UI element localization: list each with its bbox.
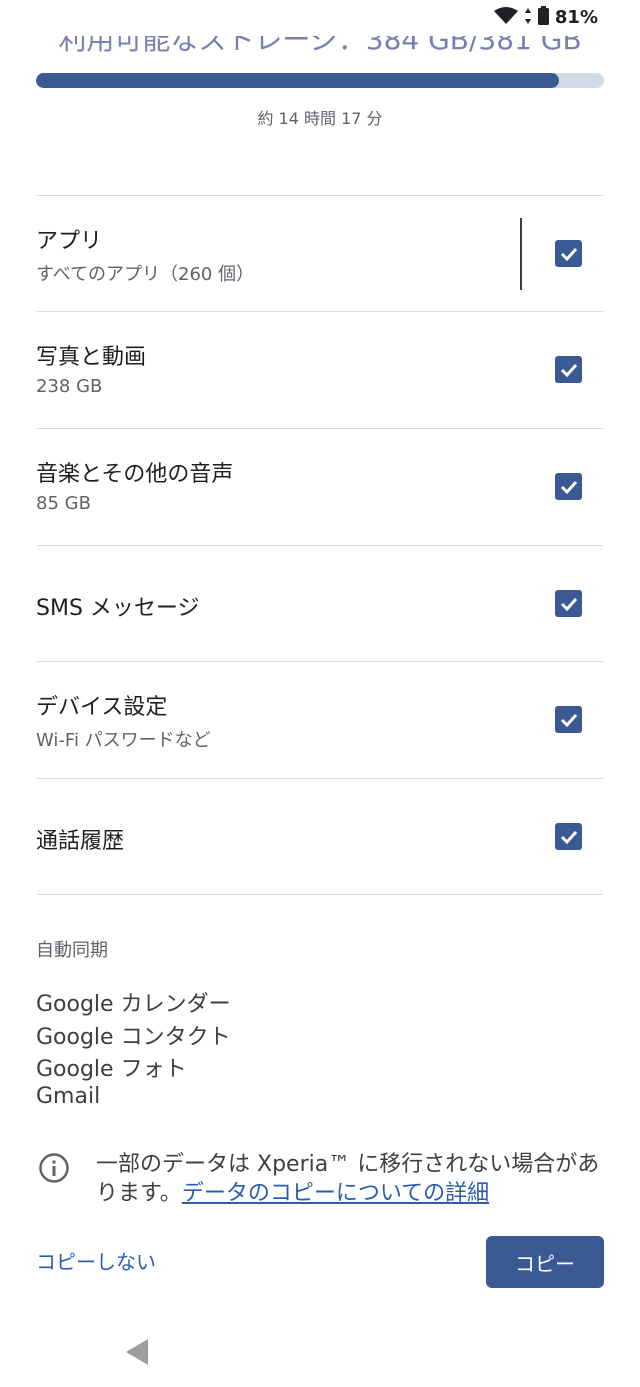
item-apps-title: アプリ [36, 229, 103, 254]
checkbox-sms[interactable] [555, 590, 582, 617]
autosync-header: 自動同期 [36, 940, 108, 961]
divider [36, 894, 604, 895]
copy-details-link[interactable]: データのコピーについての詳細 [182, 1181, 489, 1206]
storage-title: 利用可能なストレージ：384 GB/381 GB [58, 36, 582, 56]
item-sms-title: SMS メッセージ [36, 596, 200, 621]
storage-progress-bar [36, 73, 604, 88]
checkbox-device-settings[interactable] [555, 706, 582, 733]
autosync-list: Google カレンダー Google コンタクト Google フォト Gma… [36, 986, 231, 1116]
item-sms[interactable]: SMS メッセージ [36, 545, 604, 662]
item-device-title: デバイス設定 [36, 695, 168, 720]
item-call-log-title: 通話履歴 [36, 829, 125, 854]
copy-button[interactable]: コピー [486, 1236, 604, 1288]
navigation-bar [0, 1316, 640, 1387]
check-icon [560, 597, 578, 612]
check-icon [560, 480, 578, 495]
storage-progress-fill [36, 73, 559, 88]
battery-percent: 81% [554, 7, 598, 28]
item-music-audio[interactable]: 音楽とその他の音声 85 GB [36, 428, 604, 545]
autosync-item: Google コンタクト [36, 1024, 231, 1050]
back-icon[interactable] [125, 1338, 149, 1370]
status-bar: 81% [0, 0, 640, 36]
item-apps-subtitle: すべてのアプリ（260 個） [36, 264, 255, 285]
status-icons: 81% [493, 6, 598, 29]
check-icon [560, 247, 578, 262]
vertical-divider [520, 218, 522, 290]
wifi-icon [493, 6, 518, 29]
notice-text: 一部のデータは Xperia™ に移行されない場合があります。データのコピーにつ… [96, 1150, 606, 1208]
autosync-item: Gmail [36, 1083, 101, 1109]
check-icon [560, 713, 578, 728]
content-scroll-area[interactable]: 利用可能なストレージ：384 GB/381 GB 約 14 時間 17 分 アプ… [0, 36, 640, 1316]
item-music-subtitle: 85 GB [36, 493, 91, 514]
item-device-settings[interactable]: デバイス設定 Wi-Fi パスワードなど [36, 661, 604, 778]
checkbox-music-audio[interactable] [555, 473, 582, 500]
checkbox-apps[interactable] [555, 240, 582, 267]
item-photos-videos[interactable]: 写真と動画 238 GB [36, 311, 604, 428]
item-apps[interactable]: アプリ すべてのアプリ（260 個） [36, 195, 604, 312]
item-music-title: 音楽とその他の音声 [36, 462, 234, 487]
battery-icon [537, 6, 549, 29]
autosync-item: Google カレンダー [36, 992, 231, 1017]
item-call-log[interactable]: 通話履歴 [36, 778, 604, 895]
item-photos-subtitle: 238 GB [36, 376, 103, 397]
autosync-item: Google フォト [36, 1057, 187, 1082]
dont-copy-button[interactable]: コピーしない [36, 1246, 156, 1275]
time-estimate: 約 14 時間 17 分 [257, 109, 383, 128]
checkbox-call-log[interactable] [555, 823, 582, 850]
item-device-subtitle: Wi-Fi パスワードなど [36, 730, 211, 751]
checkbox-photos-videos[interactable] [555, 356, 582, 383]
check-icon [560, 363, 578, 378]
info-icon [38, 1152, 70, 1184]
item-photos-title: 写真と動画 [36, 345, 147, 370]
check-icon [560, 830, 578, 845]
data-arrows-icon [524, 7, 532, 29]
